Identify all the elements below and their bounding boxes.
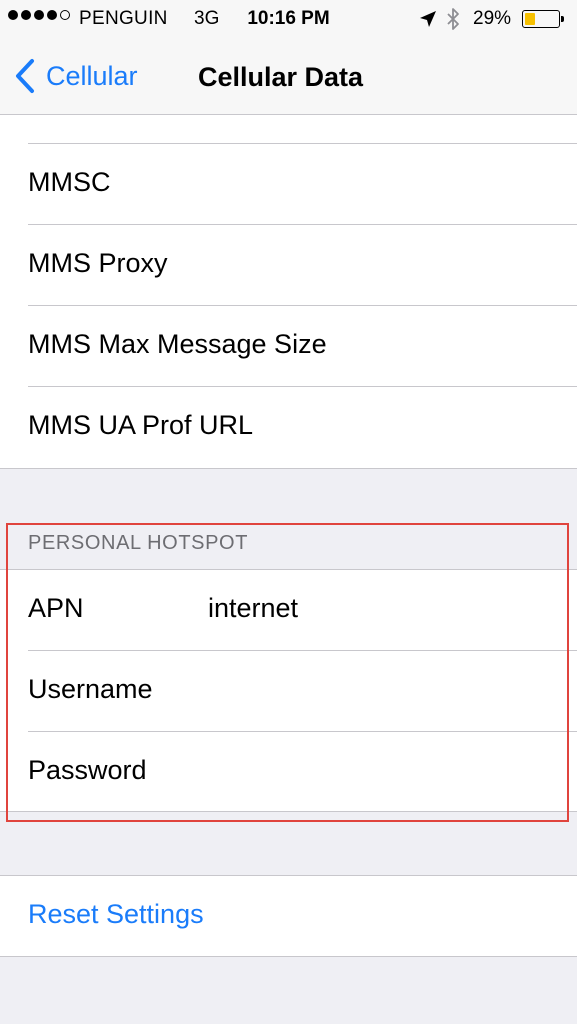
row-label: MMSC [28, 167, 111, 197]
battery-percent: 29% [473, 8, 512, 29]
mms-proxy-row[interactable]: MMS Proxy [0, 225, 577, 306]
apn-row[interactable]: APN internet [0, 570, 577, 651]
apn-value[interactable]: internet [208, 593, 298, 624]
status-bar: PENGUIN 3G 10:16 PM 29% [0, 0, 577, 38]
back-button[interactable]: Cellular [14, 56, 138, 96]
password-row[interactable]: Password [0, 732, 577, 813]
row-label: MMS UA Prof URL [28, 410, 254, 440]
row-label: MMS Max Message Size [28, 329, 327, 359]
row-label: Password [28, 755, 147, 785]
back-button-label: Cellular [46, 60, 138, 91]
chevron-left-icon [16, 59, 34, 93]
mms-settings-group: MMSC MMS Proxy MMS Max Message Size MMS … [0, 115, 577, 469]
reset-settings-label: Reset Settings [28, 899, 204, 929]
mmsc-row[interactable]: MMSC [0, 144, 577, 225]
bluetooth-icon [447, 8, 459, 30]
mms-max-message-size-row[interactable]: MMS Max Message Size [0, 306, 577, 387]
reset-settings-button[interactable]: Reset Settings [0, 876, 577, 957]
row-label: Username [28, 674, 153, 704]
navigation-bar: Cellular Cellular Data [0, 38, 577, 115]
battery-icon [522, 10, 564, 28]
username-row[interactable]: Username [0, 651, 577, 732]
page-title: Cellular Data [198, 62, 364, 92]
mms-ua-prof-url-row[interactable]: MMS UA Prof URL [0, 387, 577, 468]
row-label: MMS Proxy [28, 248, 168, 278]
reset-group: Reset Settings [0, 875, 577, 957]
row-label: APN [28, 593, 84, 623]
location-arrow-icon [420, 11, 436, 27]
personal-hotspot-group: APN internet Username Password [0, 569, 577, 812]
section-header-personal-hotspot: PERSONAL HOTSPOT [28, 532, 249, 554]
